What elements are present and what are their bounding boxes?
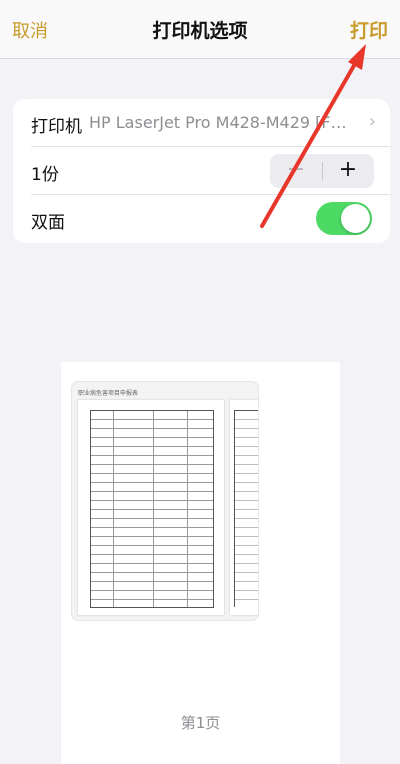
- duplex-row: 双面: [13, 195, 390, 243]
- increment-button[interactable]: +: [322, 154, 374, 188]
- table-column-line: [187, 411, 188, 607]
- table-column-line: [153, 411, 154, 607]
- document-page-1: [78, 400, 224, 615]
- toggle-knob: [341, 204, 370, 233]
- document-title: 职业病危害项目申报表: [78, 390, 139, 397]
- print-options-screen: 取消 打印机选项 打印 打印机 HP LaserJet Pro M428-M42…: [0, 0, 400, 764]
- page-number-label: 第1页: [180, 714, 221, 732]
- options-card: 打印机 HP LaserJet Pro M428-M429 [FF... › 1…: [13, 99, 390, 243]
- page-preview-thumbnail[interactable]: 职业病危害项目申报表: [72, 382, 258, 620]
- document-table: [90, 410, 214, 608]
- page-title: 打印机选项: [152, 20, 248, 42]
- document-table: [234, 410, 258, 607]
- printer-row[interactable]: 打印机 HP LaserJet Pro M428-M429 [FF... ›: [13, 99, 390, 147]
- copies-row: 1份 − +: [13, 147, 390, 195]
- chevron-right-icon: ›: [368, 111, 376, 132]
- duplex-toggle[interactable]: [316, 202, 372, 235]
- table-column-line: [113, 411, 114, 607]
- nav-bar: 取消 打印机选项 打印: [0, 0, 400, 59]
- document-page-2-peek: [230, 400, 258, 615]
- print-button[interactable]: 打印: [350, 16, 388, 43]
- decrement-button[interactable]: −: [270, 154, 322, 188]
- copies-stepper: − +: [270, 154, 374, 188]
- printer-label: 打印机: [31, 117, 82, 137]
- duplex-label: 双面: [31, 213, 65, 233]
- copies-label: 1份: [31, 165, 59, 185]
- printer-name: HP LaserJet Pro M428-M429 [FF...: [89, 113, 351, 132]
